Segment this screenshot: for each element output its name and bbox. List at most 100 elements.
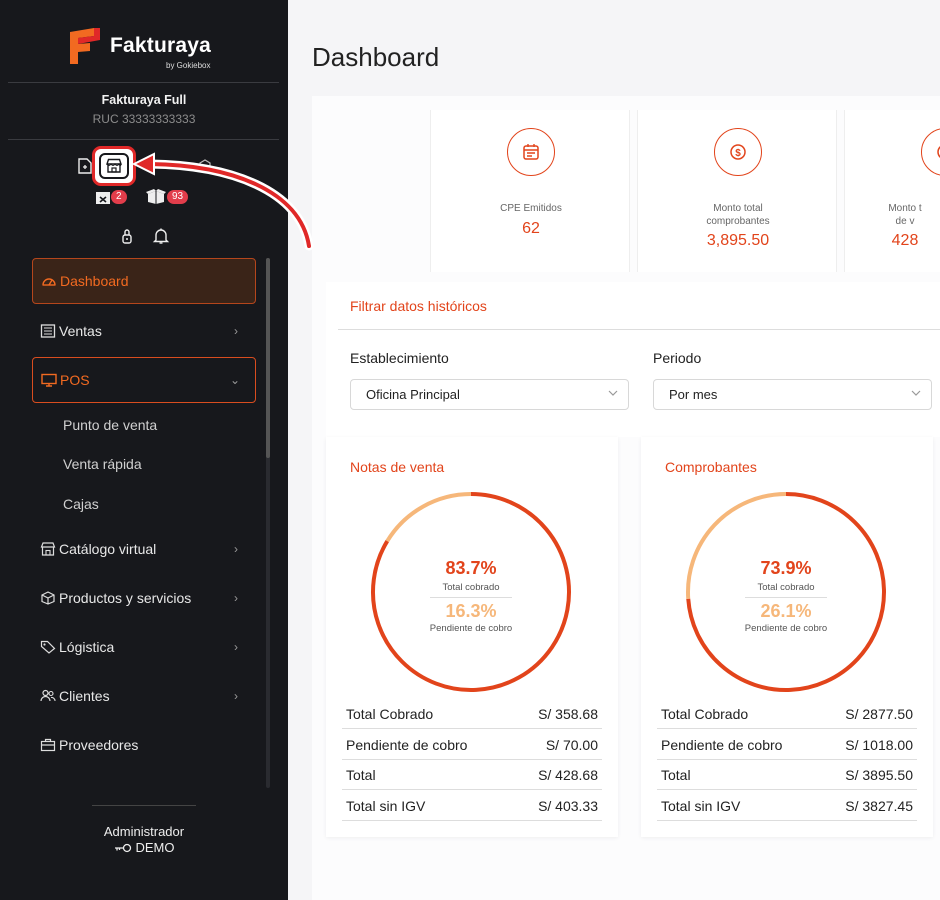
user-name-row[interactable]: DEMO bbox=[0, 840, 288, 855]
pct-cobrado: 83.7% bbox=[445, 558, 497, 578]
sidebar-item-label: Ventas bbox=[59, 323, 102, 339]
table-row: Total Cobrado S/ 358.68 bbox=[342, 699, 602, 729]
row-label: Total sin IGV bbox=[661, 797, 741, 814]
sidebar-item-pos[interactable]: POS ⌄ bbox=[32, 357, 256, 403]
stat-icon-circle bbox=[507, 128, 555, 176]
user-role: Administrador bbox=[103, 824, 185, 839]
gauge-icon bbox=[40, 272, 58, 290]
briefcase-icon bbox=[39, 736, 57, 754]
chart-title: Notas de venta bbox=[350, 459, 445, 475]
row-value: S/ 1018.00 bbox=[845, 736, 913, 753]
sidebar-scroll-thumb[interactable] bbox=[266, 258, 270, 458]
main-content: Dashboard CPE Emitidos 62 $ Monto total … bbox=[288, 0, 940, 900]
row-value: S/ 428.68 bbox=[538, 766, 598, 783]
company-name: Fakturaya Full bbox=[101, 93, 187, 107]
row-label: Total bbox=[346, 766, 376, 783]
cube-icon bbox=[39, 589, 57, 607]
sidebar-nav: Dashboard Ventas › POS ⌄ Punto de venta … bbox=[0, 256, 288, 786]
pct-pendiente-label: Pendiente de cobro bbox=[429, 623, 513, 634]
lock-button[interactable] bbox=[118, 226, 136, 246]
establecimiento-select[interactable]: Oficina Principal bbox=[350, 379, 629, 410]
pct-pendiente: 16.3% bbox=[445, 601, 497, 621]
sidebar-item-catalogo-virtual[interactable]: Catálogo virtual › bbox=[32, 526, 256, 572]
establecimiento-value: Oficina Principal bbox=[366, 387, 460, 402]
sidebar-divider bbox=[8, 139, 279, 140]
inventory-button[interactable] bbox=[145, 187, 167, 205]
orders-button[interactable] bbox=[94, 188, 112, 206]
sidebar-item-proveedores[interactable]: Proveedores bbox=[32, 722, 256, 768]
chevron-right-icon: › bbox=[234, 324, 238, 338]
stat-card-cpe: CPE Emitidos 62 bbox=[430, 110, 630, 272]
sidebar: Fakturaya by Gokiebox Fakturaya Full RUC… bbox=[0, 0, 288, 900]
open-box-icon bbox=[146, 189, 166, 204]
chevron-right-icon: › bbox=[234, 640, 238, 654]
chevron-down-icon bbox=[911, 390, 921, 396]
fakturaya-logo-icon bbox=[70, 28, 100, 64]
filter-divider bbox=[338, 329, 940, 330]
establecimiento-label: Establecimiento bbox=[350, 350, 449, 366]
stat-card-monto-ventas: Monto t de v 428 bbox=[844, 110, 940, 272]
sidebar-item-ventas[interactable]: Ventas › bbox=[32, 308, 256, 354]
brand-by: by Gokiebox bbox=[166, 61, 211, 70]
table-row: Pendiente de cobro S/ 70.00 bbox=[342, 730, 602, 760]
pct-cobrado-label: Total cobrado bbox=[442, 582, 500, 593]
row-value: S/ 70.00 bbox=[545, 736, 598, 753]
user-name: DEMO bbox=[135, 840, 175, 855]
storefront-icon bbox=[39, 540, 57, 558]
filter-card: Filtrar datos históricos Establecimiento… bbox=[326, 282, 940, 437]
stat-value: 62 bbox=[522, 220, 540, 237]
table-row: Pendiente de cobro S/ 1018.00 bbox=[657, 730, 917, 760]
pct-separator bbox=[745, 597, 827, 598]
table-row: Total sin IGV S/ 403.33 bbox=[342, 791, 602, 821]
sidebar-subitem-venta-rapida[interactable]: Venta rápida bbox=[63, 456, 142, 472]
sidebar-item-label: Productos y servicios bbox=[59, 590, 192, 606]
row-value: S/ 358.68 bbox=[538, 705, 598, 722]
gift-box-icon bbox=[96, 192, 110, 204]
sidebar-subitem-punto-de-venta[interactable]: Punto de venta bbox=[63, 417, 157, 433]
comprobantes-card: Comprobantes 73.9% Total cobrado 26.1% P… bbox=[641, 437, 933, 837]
chevron-right-icon: › bbox=[234, 542, 238, 556]
stat-label-line1: Monto t bbox=[888, 203, 922, 214]
notas-de-venta-card: Notas de venta 83.7% Total cobrado 16.3%… bbox=[326, 437, 618, 837]
sidebar-divider bbox=[8, 82, 279, 83]
notifications-button[interactable] bbox=[151, 226, 171, 246]
sidebar-item-label: Proveedores bbox=[59, 737, 139, 753]
sidebar-item-clientes[interactable]: Clientes › bbox=[32, 673, 256, 719]
chevron-right-icon: › bbox=[234, 591, 238, 605]
box-stack-button[interactable] bbox=[196, 156, 214, 174]
sidebar-item-dashboard[interactable]: Dashboard bbox=[32, 258, 256, 304]
svg-text:$: $ bbox=[735, 148, 741, 159]
company-ruc: RUC 33333333333 bbox=[92, 112, 196, 126]
row-label: Total bbox=[661, 766, 691, 783]
row-value: S/ 403.33 bbox=[538, 797, 598, 814]
row-value: S/ 2877.50 bbox=[845, 705, 913, 722]
sidebar-scrollbar[interactable] bbox=[266, 258, 270, 788]
sidebar-item-label: Clientes bbox=[59, 688, 110, 704]
brand-logo[interactable]: Fakturaya by Gokiebox bbox=[68, 26, 228, 72]
tag-icon bbox=[39, 638, 57, 656]
periodo-label: Periodo bbox=[653, 350, 702, 366]
sidebar-item-label: POS bbox=[60, 372, 90, 388]
dollar-coin-icon: $ bbox=[730, 144, 746, 160]
pct-separator bbox=[430, 597, 512, 598]
sidebar-item-label: Lógistica bbox=[59, 639, 115, 655]
sidebar-item-label: Catálogo virtual bbox=[59, 541, 157, 557]
row-label: Total sin IGV bbox=[346, 797, 426, 814]
filter-title: Filtrar datos históricos bbox=[350, 298, 487, 314]
sidebar-item-productos[interactable]: Productos y servicios › bbox=[32, 575, 256, 621]
box-icon bbox=[199, 159, 211, 172]
calendar-icon bbox=[523, 144, 539, 160]
users-icon bbox=[39, 687, 57, 705]
chart-title: Comprobantes bbox=[665, 459, 757, 475]
receipt-list-icon bbox=[39, 322, 57, 340]
sidebar-item-label: Dashboard bbox=[60, 273, 129, 289]
sidebar-item-logistica[interactable]: Lógistica › bbox=[32, 624, 256, 670]
store-button[interactable] bbox=[92, 146, 136, 186]
chevron-right-icon: › bbox=[234, 689, 238, 703]
pct-pendiente-label: Pendiente de cobro bbox=[744, 623, 828, 634]
periodo-select[interactable]: Por mes bbox=[653, 379, 932, 410]
sidebar-subitem-cajas[interactable]: Cajas bbox=[63, 496, 99, 512]
row-value: S/ 3827.45 bbox=[845, 797, 913, 814]
row-label: Pendiente de cobro bbox=[346, 736, 468, 753]
periodo-value: Por mes bbox=[669, 387, 718, 402]
